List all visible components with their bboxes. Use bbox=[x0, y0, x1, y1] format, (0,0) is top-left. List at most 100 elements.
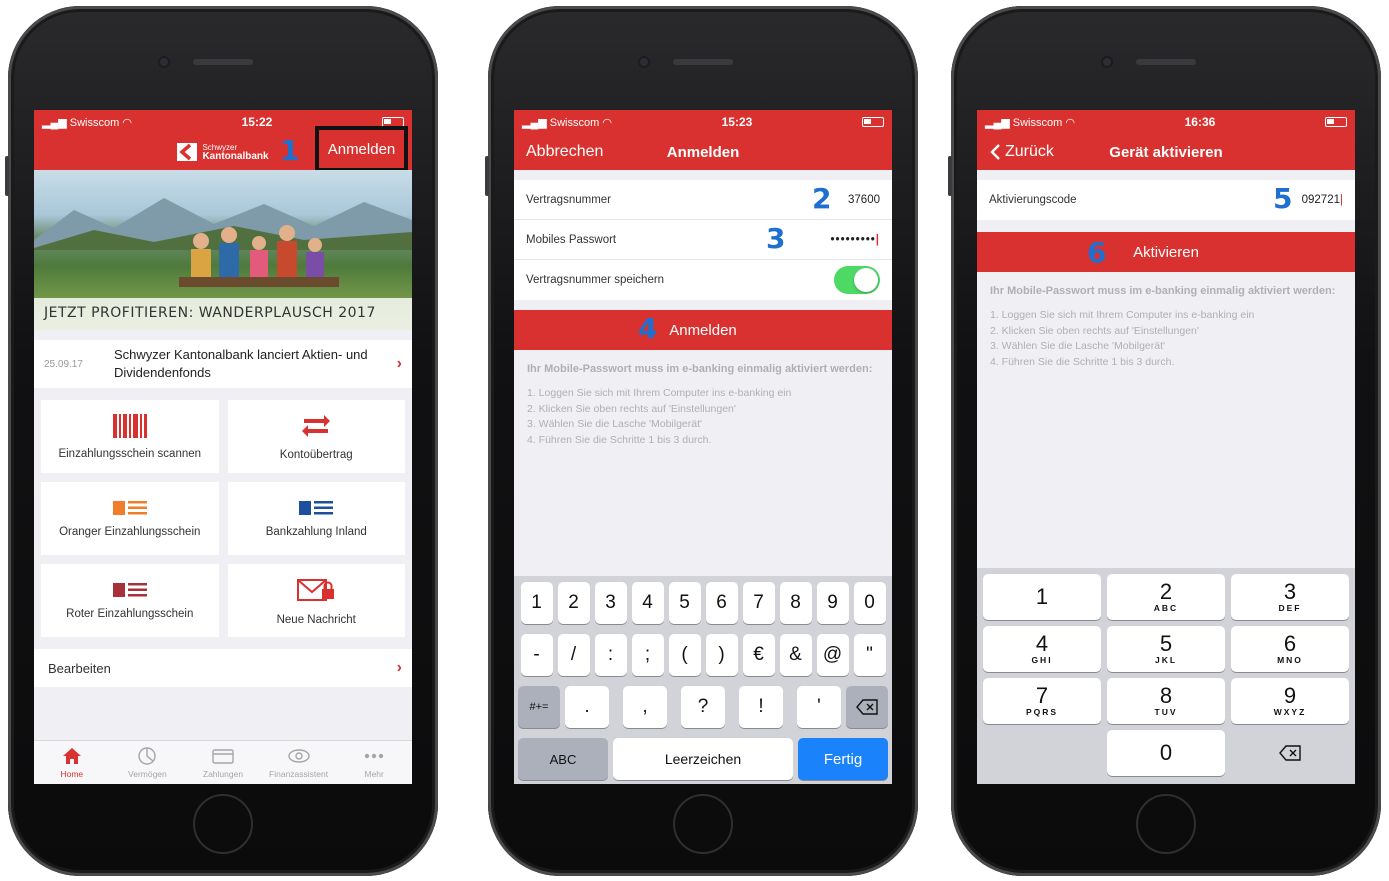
tab-home[interactable]: Home bbox=[35, 747, 109, 779]
nav-bar: Schwyzer Kantonalbank 1 Anmelden bbox=[34, 126, 412, 172]
abc-key[interactable]: ABC bbox=[518, 738, 608, 780]
pie-chart-icon bbox=[138, 746, 157, 765]
numpad-key-2[interactable]: 2 ABC bbox=[1107, 574, 1225, 620]
key-krow2-9[interactable]: " bbox=[853, 634, 886, 676]
key-krow3-4[interactable]: ' bbox=[797, 686, 841, 728]
bank-logo: Schwyzer Kantonalbank bbox=[177, 143, 269, 162]
brand-line2: Kantonalbank bbox=[202, 151, 269, 162]
save-contract-row: Vertragsnummer speichern bbox=[514, 260, 892, 300]
activation-code-row[interactable]: Aktivierungscode 5 092721| bbox=[977, 180, 1355, 220]
numpad-key-4[interactable]: 4 GHI bbox=[983, 626, 1101, 672]
tile-orange-slip[interactable]: Oranger Einzahlungsschein bbox=[41, 482, 219, 555]
hikers-illustration bbox=[179, 225, 339, 287]
key-krow2-3[interactable]: ; bbox=[631, 634, 664, 676]
numpad-key-6[interactable]: 6 MNO bbox=[1231, 626, 1349, 672]
key-krow2-2[interactable]: : bbox=[594, 634, 627, 676]
numpad-digit: 7 bbox=[1035, 683, 1049, 708]
tile-label: Bankzahlung Inland bbox=[265, 525, 367, 538]
home-button[interactable] bbox=[1136, 794, 1196, 854]
camera bbox=[638, 56, 650, 68]
key-krow1-7[interactable]: 8 bbox=[779, 582, 812, 624]
numpad-backspace-key[interactable] bbox=[1231, 730, 1349, 776]
home-button[interactable] bbox=[673, 794, 733, 854]
backspace-key[interactable] bbox=[846, 686, 888, 728]
numpad-key-5[interactable]: 5 JKL bbox=[1107, 626, 1225, 672]
info-step: 2. Klicken Sie oben rechts auf 'Einstell… bbox=[990, 324, 1199, 337]
key-krow2-7[interactable]: & bbox=[779, 634, 812, 676]
key-krow1-2[interactable]: 3 bbox=[594, 582, 627, 624]
contract-number-field[interactable]: 37600 bbox=[848, 194, 880, 206]
numpad-key-7[interactable]: 7 PQRS bbox=[983, 678, 1101, 724]
key-krow1-1[interactable]: 2 bbox=[557, 582, 590, 624]
password-row[interactable]: Mobiles Passwort 3 •••••••••| bbox=[514, 220, 892, 260]
envelope-lock-icon bbox=[297, 578, 335, 601]
info-step: 3. Wählen Sie die Lasche 'Mobilgerät' bbox=[990, 340, 1166, 352]
step-marker-1: 1 bbox=[280, 134, 300, 167]
numpad-key-3[interactable]: 3 DEF bbox=[1231, 574, 1349, 620]
key-krow1-6[interactable]: 7 bbox=[742, 582, 775, 624]
key-krow1-5[interactable]: 6 bbox=[705, 582, 738, 624]
key-krow3-3[interactable]: ! bbox=[739, 686, 783, 728]
tab-bar: Home Vermögen Zahlungen Finanzassistent … bbox=[34, 740, 412, 784]
save-contract-toggle[interactable] bbox=[834, 266, 880, 294]
done-key[interactable]: Fertig bbox=[798, 738, 888, 780]
tab-label: Home bbox=[60, 768, 84, 779]
tab-assets[interactable]: Vermögen bbox=[110, 746, 184, 779]
tile-label: Oranger Einzahlungsschein bbox=[59, 525, 201, 538]
tile-transfer[interactable]: Kontoübertrag bbox=[227, 400, 405, 473]
status-bar: ▂▄▆ Swisscom ◠ 15:23 bbox=[514, 110, 892, 134]
numpad-key-0[interactable]: 0 bbox=[1107, 730, 1225, 776]
edit-row[interactable]: Bearbeiten › bbox=[34, 649, 412, 687]
text-cursor: | bbox=[875, 233, 880, 246]
key-krow3-1[interactable]: , bbox=[623, 686, 667, 728]
numpad-letters: PQRS bbox=[1025, 707, 1059, 717]
back-button[interactable]: Zurück bbox=[989, 143, 1054, 161]
activate-button[interactable]: 6 Aktivieren bbox=[977, 232, 1355, 272]
transfer-icon bbox=[302, 414, 331, 437]
key-krow1-9[interactable]: 0 bbox=[853, 582, 886, 624]
key-krow1-0[interactable]: 1 bbox=[520, 582, 553, 624]
tile-new-message[interactable]: Neue Nachricht bbox=[227, 564, 405, 637]
tab-more[interactable]: Mehr bbox=[337, 747, 411, 779]
tab-finance-assistant[interactable]: Finanzassistent bbox=[262, 747, 336, 779]
keyboard-row-punct: #+= .,?! ' bbox=[514, 686, 892, 728]
numpad-key-8[interactable]: 8 TUV bbox=[1107, 678, 1225, 724]
promo-banner[interactable]: JETZT PROFITIEREN: WANDERPLAUSCH 2017 bbox=[34, 170, 412, 330]
key-krow2-5[interactable]: ) bbox=[705, 634, 738, 676]
numpad-digit: 3 bbox=[1283, 579, 1297, 604]
symbols-key[interactable]: #+= bbox=[518, 686, 560, 728]
card-icon bbox=[212, 748, 234, 764]
activation-info: Ihr Mobile-Passwort muss im e-banking ei… bbox=[514, 350, 892, 460]
eye-icon bbox=[287, 748, 310, 763]
tile-scan-slip[interactable]: Einzahlungsschein scannen bbox=[41, 400, 219, 473]
key-krow1-3[interactable]: 4 bbox=[631, 582, 664, 624]
home-button[interactable] bbox=[193, 794, 253, 854]
numpad-key-9[interactable]: 9 WXYZ bbox=[1231, 678, 1349, 724]
volume-button bbox=[948, 156, 952, 196]
password-field[interactable]: •••••••••| bbox=[831, 234, 880, 246]
login-button[interactable]: Anmelden bbox=[315, 126, 408, 172]
key-krow3-2[interactable]: ? bbox=[681, 686, 725, 728]
activation-code-field[interactable]: 092721| bbox=[1302, 194, 1343, 206]
space-key[interactable]: Leerzeichen bbox=[613, 738, 793, 780]
login-submit-button[interactable]: 4 Anmelden bbox=[514, 310, 892, 350]
numpad-key-1[interactable]: 1 bbox=[983, 574, 1101, 620]
tile-red-slip[interactable]: Roter Einzahlungsschein bbox=[41, 564, 219, 637]
signal-icon: ▂▄▆ bbox=[522, 116, 547, 129]
key-krow2-4[interactable]: ( bbox=[668, 634, 701, 676]
key-krow2-1[interactable]: / bbox=[557, 634, 590, 676]
key-krow3-0[interactable]: . bbox=[565, 686, 609, 728]
activation-code-label: Aktivierungscode bbox=[989, 194, 1077, 206]
tile-bank-payment[interactable]: Bankzahlung Inland bbox=[227, 482, 405, 555]
key-krow2-8[interactable]: @ bbox=[816, 634, 849, 676]
key-krow1-8[interactable]: 9 bbox=[816, 582, 849, 624]
more-dots-icon bbox=[364, 753, 384, 758]
tab-payments[interactable]: Zahlungen bbox=[186, 747, 260, 779]
news-item[interactable]: 25.09.17 Schwyzer Kantonalbank lanciert … bbox=[34, 340, 412, 388]
key-krow2-6[interactable]: € bbox=[742, 634, 775, 676]
cancel-button[interactable]: Abbrechen bbox=[526, 143, 603, 161]
screen-home: ▂▄▆ Swisscom ◠ 15:22 Schwyzer Kantonalba… bbox=[34, 110, 412, 784]
key-krow1-4[interactable]: 5 bbox=[668, 582, 701, 624]
contract-number-row[interactable]: Vertragsnummer 2 37600 bbox=[514, 180, 892, 220]
key-krow2-0[interactable]: - bbox=[520, 634, 553, 676]
